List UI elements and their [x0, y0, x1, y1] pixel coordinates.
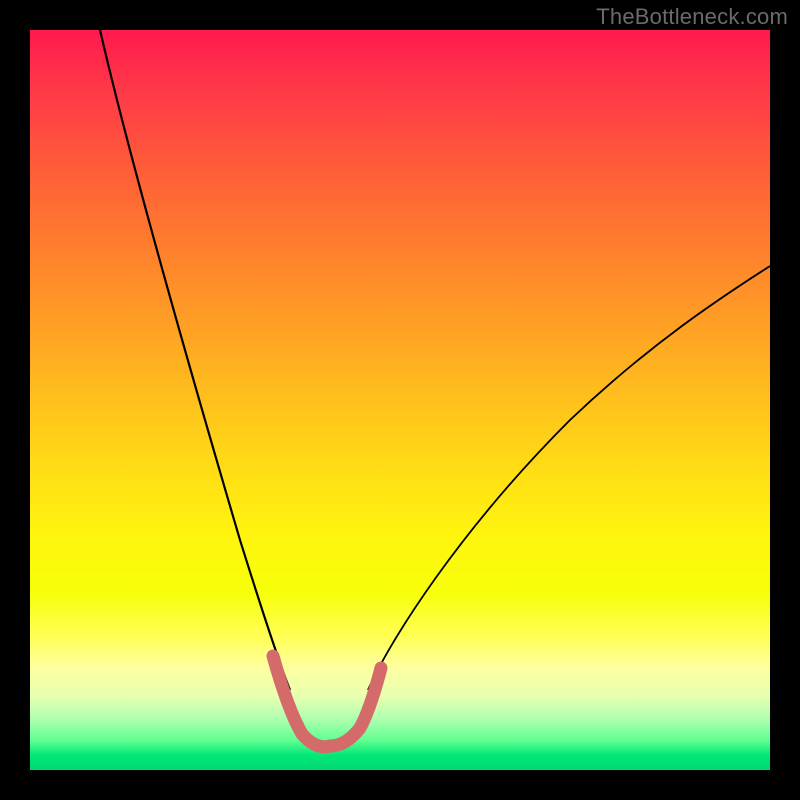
- curve-overlay: [30, 30, 770, 770]
- watermark-text: TheBottleneck.com: [596, 4, 788, 30]
- highlight-band: [273, 656, 381, 747]
- left-curve: [100, 30, 290, 690]
- right-curve: [368, 266, 770, 690]
- plot-area: [30, 30, 770, 770]
- outer-frame: TheBottleneck.com: [0, 0, 800, 800]
